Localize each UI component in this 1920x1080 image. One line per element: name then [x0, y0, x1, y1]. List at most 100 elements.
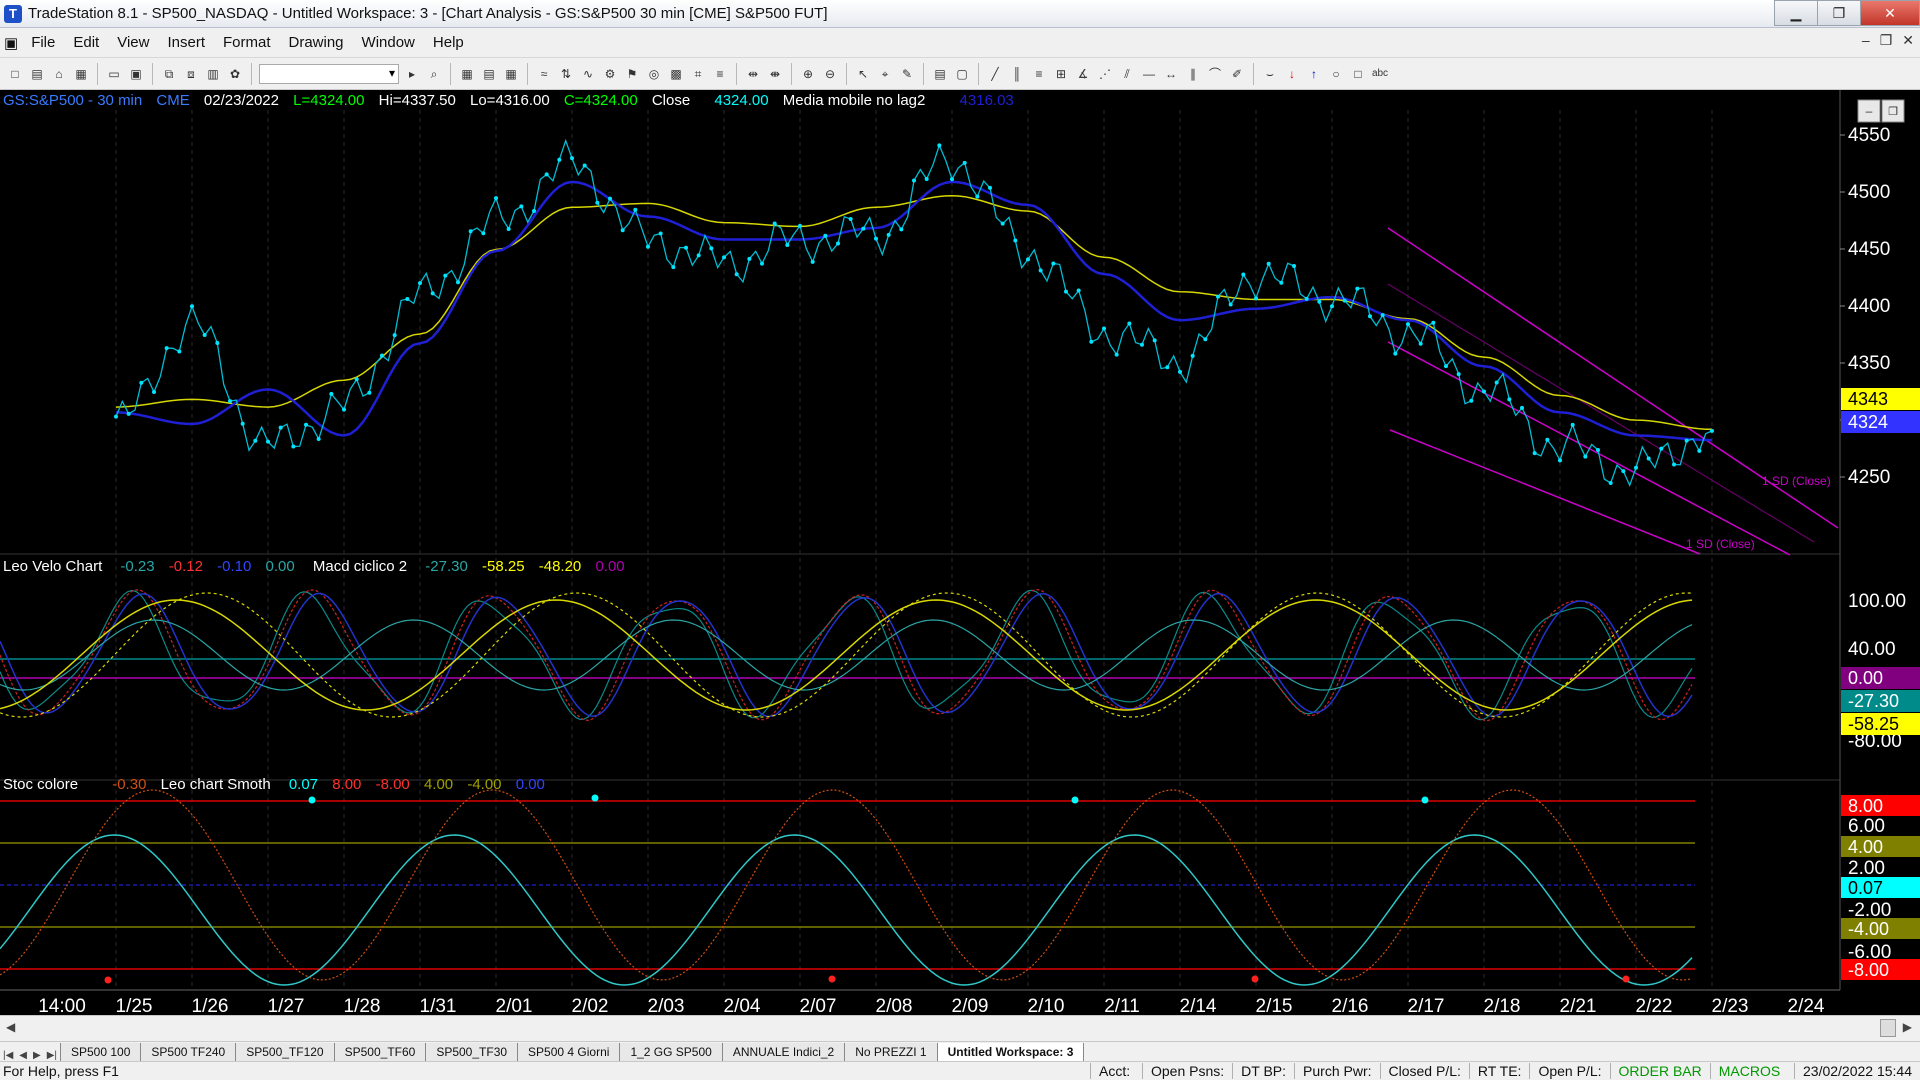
tab-sp500-tf240[interactable]: SP500 TF240 [140, 1043, 237, 1061]
status-purch-pwr: Purch Pwr: [1294, 1063, 1379, 1079]
tab-no-prezzi-1[interactable]: No PREZZI 1 [844, 1043, 938, 1061]
close-dot [430, 291, 435, 296]
mdi-minimize-icon[interactable]: – [1862, 32, 1870, 49]
mdi-close-icon[interactable]: ✕ [1902, 32, 1914, 49]
network-icon[interactable]: ✿ [226, 65, 244, 83]
close-dot [1304, 296, 1309, 301]
down-arrow-icon[interactable]: ↓ [1283, 65, 1301, 83]
menu-view[interactable]: View [108, 34, 158, 51]
close-dot [1634, 465, 1638, 470]
vertical-lines-icon[interactable]: ║ [1008, 65, 1026, 83]
ellipse-icon[interactable]: ○ [1327, 65, 1345, 83]
menu-format[interactable]: Format [214, 34, 280, 51]
save-icon[interactable]: ▦ [72, 65, 90, 83]
hide-icon[interactable]: ▢ [953, 65, 971, 83]
zoom-out-icon[interactable]: ⊖ [821, 65, 839, 83]
tab-sp500-tf60[interactable]: SP500_TF60 [333, 1043, 427, 1061]
horizontal-line-icon[interactable]: — [1140, 65, 1158, 83]
pen-icon[interactable]: ✐ [1228, 65, 1246, 83]
symbol-combo[interactable] [259, 63, 399, 84]
header-ma-value: 4316.03 [960, 92, 1014, 109]
chart-window-icon[interactable]: ▣ [0, 34, 22, 52]
strategy-icon[interactable]: ⚙ [601, 65, 619, 83]
bar-spacing-icon[interactable]: ⇹ [744, 65, 762, 83]
play-icon[interactable]: ▸ [403, 65, 421, 83]
status-macros[interactable]: MACROS [1709, 1063, 1788, 1079]
close-button[interactable]: ✕ [1860, 0, 1920, 26]
horizontal-scrollbar[interactable]: ◀ ▶ [0, 1015, 1920, 1041]
page-icon[interactable]: ▥ [204, 65, 222, 83]
tab-first-icon[interactable]: |◀ [0, 1050, 16, 1061]
price-tick-label: 4350 [1848, 353, 1890, 374]
print-preview-icon[interactable]: ▣ [127, 65, 145, 83]
restore-button[interactable]: ❐ [1817, 0, 1861, 26]
open-icon[interactable]: ⌂ [50, 65, 68, 83]
pointer-icon[interactable]: ↖ [854, 65, 872, 83]
tab-sp500-tf30[interactable]: SP500_TF30 [425, 1043, 519, 1061]
menu-help[interactable]: Help [424, 34, 473, 51]
menu-insert[interactable]: Insert [158, 34, 214, 51]
grid-icon[interactable]: ▦ [458, 65, 476, 83]
tab-next-icon[interactable]: ▶ [30, 1050, 44, 1061]
tab-1-2-gg-sp500[interactable]: 1_2 GG SP500 [619, 1043, 723, 1061]
menu-window[interactable]: Window [353, 34, 424, 51]
minimize-button[interactable]: ▁ [1774, 0, 1818, 26]
scroll-thumb[interactable] [1880, 1019, 1896, 1037]
print-icon[interactable]: ▭ [105, 65, 123, 83]
tab-sp500-100[interactable]: SP500 100 [60, 1043, 142, 1061]
tab-untitled-workspace-3[interactable]: Untitled Workspace: 3 [936, 1043, 1085, 1061]
status-order-bar[interactable]: ORDER BAR [1609, 1063, 1710, 1079]
tab-prev-icon[interactable]: ◀ [16, 1050, 30, 1061]
menu-edit[interactable]: Edit [64, 34, 108, 51]
close-dot [1279, 280, 1284, 285]
time-tick-label: 2/21 [1560, 996, 1597, 1016]
trendline-icon[interactable]: ╱ [986, 65, 1004, 83]
tab-annuale-indici-2[interactable]: ANNUALE Indici_2 [721, 1043, 846, 1061]
layout-icon[interactable]: ⧈ [182, 65, 200, 83]
menu-drawing[interactable]: Drawing [280, 34, 353, 51]
scroll-left-icon[interactable]: ◀ [6, 1020, 15, 1034]
menu-file[interactable]: File [22, 34, 64, 51]
bar-spacing-narrow-icon[interactable]: ⇼ [766, 65, 784, 83]
text-icon[interactable]: abc [1371, 65, 1389, 83]
horizontal-lines-icon[interactable]: ≡ [1030, 65, 1048, 83]
search-icon[interactable]: ⌕ [425, 65, 443, 83]
matrix-icon[interactable]: ▩ [667, 65, 685, 83]
scale-icon[interactable]: ⇅ [557, 65, 575, 83]
close-dot [126, 411, 131, 416]
zoom-in-icon[interactable]: ⊕ [799, 65, 817, 83]
workspace-tabs: |◀ ◀ ▶ ▶| SP500 100 SP500 TF240 SP500_TF… [0, 1041, 1920, 1061]
gann-icon[interactable]: ∡ [1074, 65, 1092, 83]
arc-icon[interactable]: ⌒ [1206, 65, 1224, 83]
tools-icon[interactable]: ✎ [898, 65, 916, 83]
andrews-icon[interactable]: ⋰ [1096, 65, 1114, 83]
curve-icon[interactable]: ⌣ [1261, 65, 1279, 83]
table-icon[interactable]: ▦ [502, 65, 520, 83]
chart-canvas[interactable]: – ❐ 1 SD (Close) 1 SD (Close) GS:S&P500 … [0, 90, 1920, 1017]
insert-indicator-icon[interactable]: ∿ [579, 65, 597, 83]
mdi-restore-icon[interactable]: ❐ [1880, 32, 1893, 49]
window-title: TradeStation 8.1 - SP500_NASDAQ - Untitl… [28, 5, 828, 22]
tab-sp500-4-giorni[interactable]: SP500 4 Giorni [517, 1043, 621, 1061]
options-icon[interactable]: ⌗ [689, 65, 707, 83]
format-icon[interactable]: ▤ [480, 65, 498, 83]
drawing-objects-icon[interactable]: ▤ [931, 65, 949, 83]
chart-type-icon[interactable]: ≈ [535, 65, 553, 83]
arrows-icon[interactable]: ↔ [1162, 65, 1180, 83]
tab-sp500-tf120[interactable]: SP500_TF120 [235, 1043, 335, 1061]
new-window-icon[interactable]: ▤ [28, 65, 46, 83]
regression-icon[interactable]: ⫽ [1118, 65, 1136, 83]
parallel-icon[interactable]: ∥ [1184, 65, 1202, 83]
workspace-icon[interactable]: ⧉ [160, 65, 178, 83]
data-tip-icon[interactable]: ⌖ [876, 65, 894, 83]
tab-last-icon[interactable]: ▶| [44, 1050, 60, 1061]
up-arrow-icon[interactable]: ↑ [1305, 65, 1323, 83]
fibonacci-icon[interactable]: ⊞ [1052, 65, 1070, 83]
time-sales-icon[interactable]: ≡ [711, 65, 729, 83]
alerts-icon[interactable]: ⚑ [623, 65, 641, 83]
time-tick-label: 2/24 [1788, 996, 1825, 1016]
new-icon[interactable]: □ [6, 65, 24, 83]
radar-icon[interactable]: ◎ [645, 65, 663, 83]
scroll-right-icon[interactable]: ▶ [1903, 1020, 1912, 1034]
rectangle-icon[interactable]: □ [1349, 65, 1367, 83]
